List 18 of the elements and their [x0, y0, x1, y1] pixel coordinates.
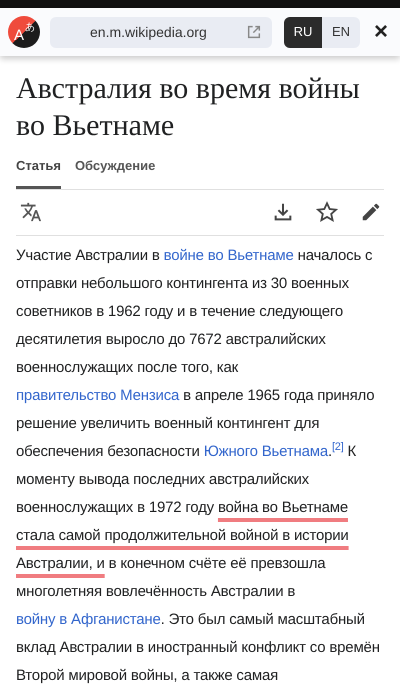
article-title: Австралия во время войны во Вьетнаме	[16, 71, 361, 144]
article-link[interactable]: Южного Вьетнама	[204, 442, 328, 460]
page-tab[interactable]: Статья	[16, 156, 61, 188]
download-icon[interactable]	[272, 201, 294, 223]
star-icon[interactable]	[316, 201, 338, 223]
translate-icon[interactable]	[20, 201, 42, 223]
language-toggle[interactable]: RU	[284, 16, 322, 48]
article-link[interactable]: войну в Афганистане	[16, 610, 161, 628]
pencil-icon[interactable]	[360, 201, 382, 223]
article-link[interactable]: войне во Вьетнаме	[164, 246, 294, 264]
external-link-icon[interactable]	[246, 24, 262, 40]
language-toggle[interactable]: EN	[322, 16, 360, 48]
article-paragraph: Участие Австралии в войне во Вьетнаме началось с отправки небольшого контингента из 30 военных советников в 1962 году и в течение следующего десятилетия выросло до 7672 австралийских военнослужащих после того, как правительство Мензиса в апреле 1965 года приняло решение увеличить военный контингент для обеспечения безопасности Южного Вьетнама.$^{[2]}$ К моменту вывода последних австралийских военнослужащих в 1972 году война во Вьетнаме стала самой продолжительной войной в истории Австралии, и в конечном счёте её превзошла многолетняя вовлечённость Австралии в войну в Афганистане. Это был самый масштабный вклад Австралии в иностранный конфликт со времён Второй мировой войны, а также самая	[16, 246, 381, 686]
reference-link[interactable]: [2]	[332, 441, 344, 453]
article-link[interactable]: правительство Мензиса	[16, 386, 180, 404]
page-tab[interactable]: Обсуждение	[74, 156, 156, 188]
close-button[interactable]: ×	[374, 20, 388, 44]
url-field[interactable]: en.m.wikipedia.org	[50, 16, 272, 48]
